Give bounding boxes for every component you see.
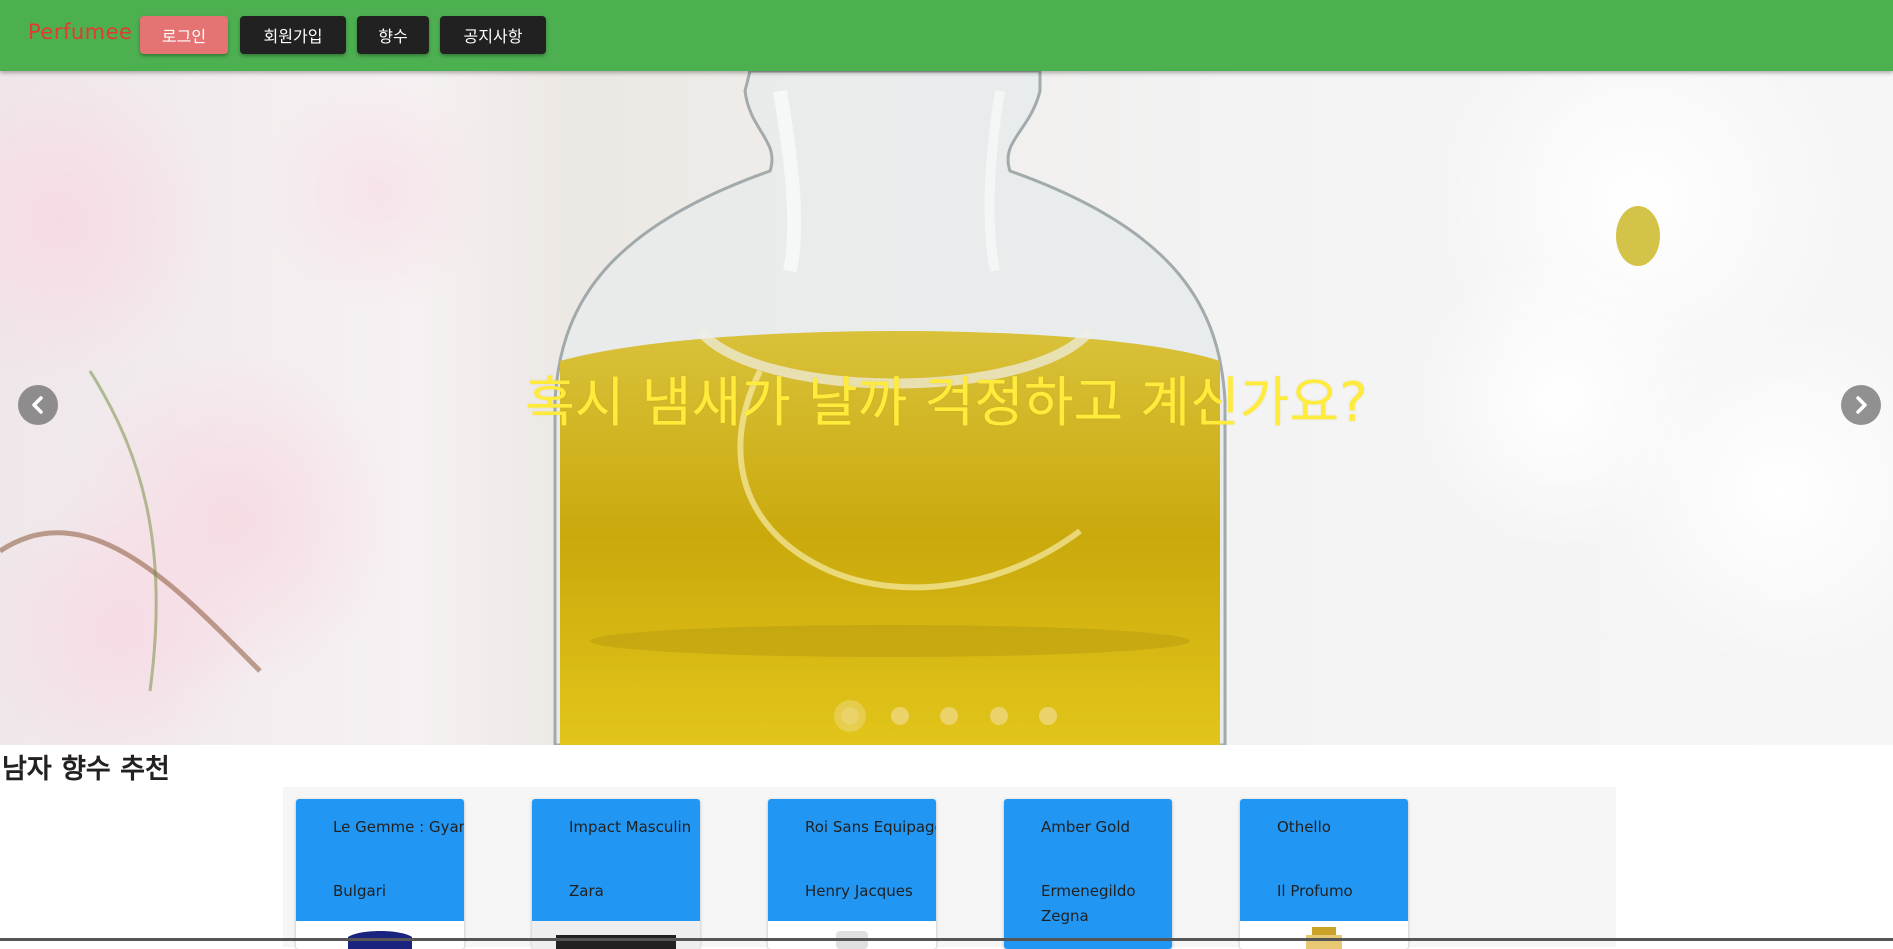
card-perfume-name: Amber Gold	[1041, 818, 1131, 836]
chevron-left-icon	[32, 396, 43, 414]
hero-carousel: 혹시 냄새가 날까 걱정하고 계신가요?	[0, 71, 1893, 745]
perfume-card[interactable]: Amber Gold Ermenegildo Zegna	[1004, 799, 1172, 949]
carousel-next-button[interactable]	[1841, 385, 1881, 425]
perfume-card[interactable]: Le Gemme : Gyan Bulgari	[296, 799, 464, 949]
card-perfume-name: Othello	[1277, 818, 1331, 836]
carousel-dot-5[interactable]	[1039, 707, 1057, 725]
card-perfume-name: Impact Masculin	[569, 818, 692, 836]
perfume-image	[1306, 927, 1342, 949]
perfume-card[interactable]: Roi Sans Equipage Henry Jacques	[768, 799, 936, 949]
perfume-card[interactable]: Othello Il Profumo	[1240, 799, 1408, 949]
card-brand: Zara	[569, 882, 604, 900]
carousel-prev-button[interactable]	[18, 385, 58, 425]
hero-caption: 혹시 냄새가 날까 걱정하고 계신가요?	[525, 371, 1368, 434]
card-brand: Henry Jacques	[805, 882, 913, 900]
perfume-card[interactable]: Impact Masculin Zara	[532, 799, 700, 949]
logo[interactable]: Perfumee	[28, 20, 132, 44]
carousel-dot-1[interactable]	[841, 707, 859, 725]
carousel-dot-3[interactable]	[940, 707, 958, 725]
card-brand: Il Profumo	[1277, 882, 1353, 900]
carousel-indicators	[0, 707, 1893, 733]
notice-button[interactable]: 공지사항	[440, 16, 546, 54]
perfume-image	[836, 931, 868, 949]
section-title: 남자 향수 추천	[2, 754, 170, 785]
card-brand: Ermenegildo Zegna	[1041, 882, 1136, 925]
carousel-dot-2[interactable]	[891, 707, 909, 725]
login-button[interactable]: 로그인	[140, 16, 228, 54]
carousel-dot-4[interactable]	[990, 707, 1008, 725]
card-brand: Bulgari	[333, 882, 387, 900]
perfume-button[interactable]: 향수	[357, 16, 429, 54]
chevron-right-icon	[1856, 396, 1867, 414]
card-perfume-name: Le Gemme : Gyan	[333, 818, 464, 836]
top-app-bar: Perfumee 로그인 회원가입 향수 공지사항	[0, 0, 1893, 71]
perfume-image	[532, 921, 700, 949]
signup-button[interactable]: 회원가입	[240, 16, 346, 54]
card-carousel	[283, 787, 1616, 947]
card-perfume-name: Roi Sans Equipage	[805, 818, 936, 836]
